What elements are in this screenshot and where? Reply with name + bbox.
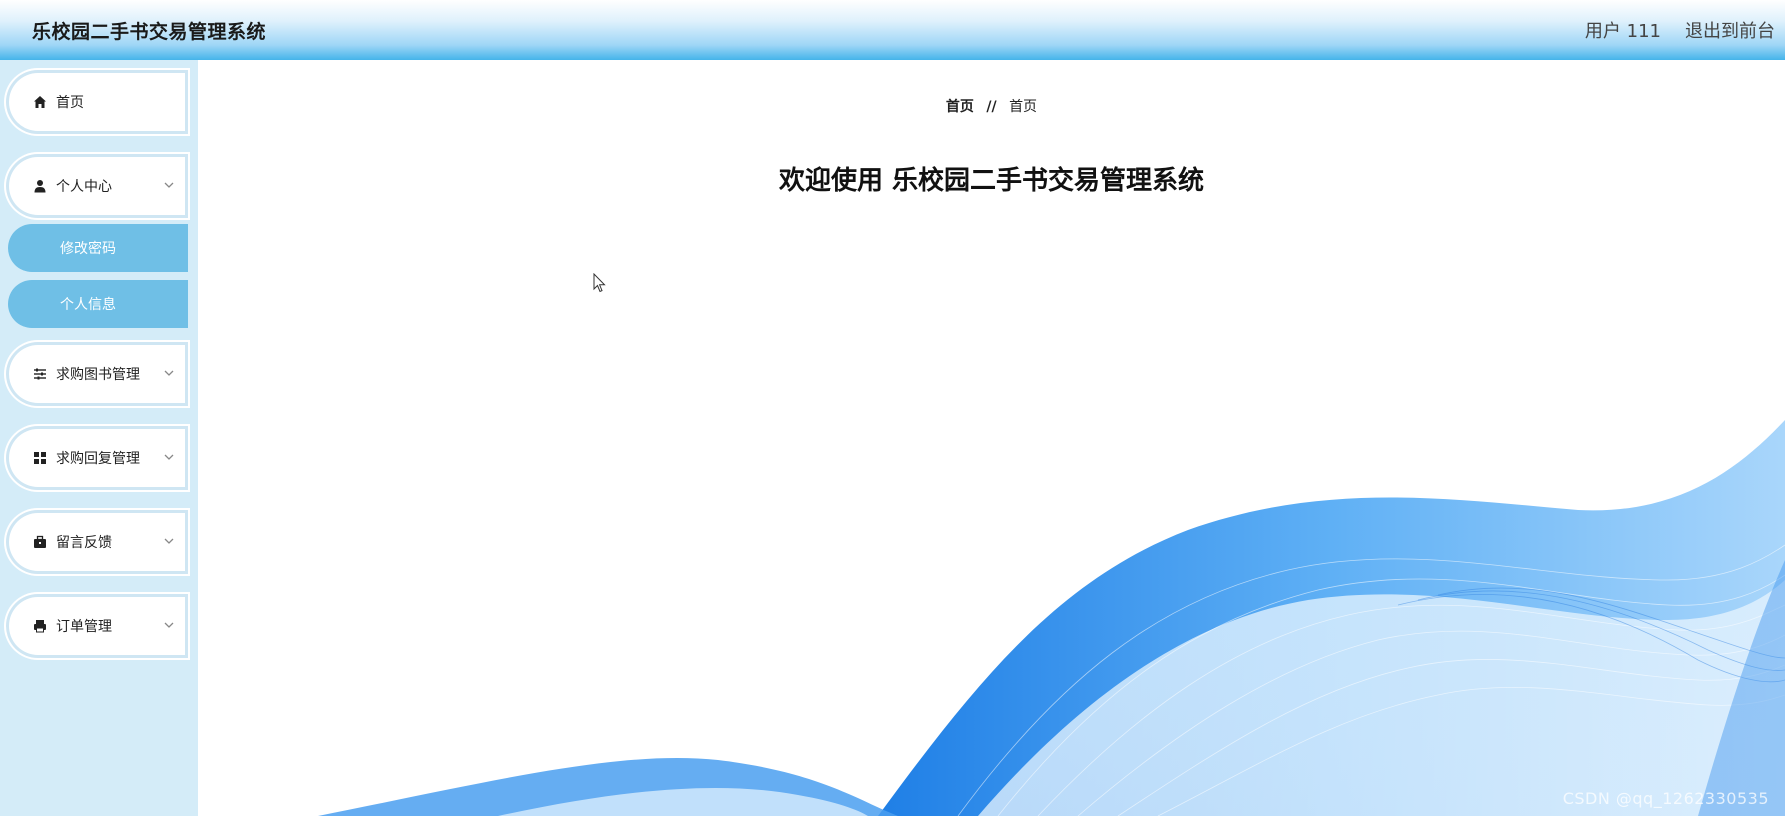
sidebar-item-label: 首页 (56, 95, 84, 111)
sliders-icon (32, 366, 48, 382)
submenu-item-change-password[interactable]: 修改密码 (8, 224, 188, 272)
sidebar-item-label: 留言反馈 (56, 535, 112, 551)
chevron-down-icon (164, 182, 174, 188)
sidebar-item-label: 求购回复管理 (56, 451, 140, 467)
watermark: CSDN @qq_1262330535 (1562, 789, 1769, 808)
home-icon (32, 94, 48, 110)
app-title: 乐校园二手书交易管理系统 (32, 20, 267, 43)
sidebar-item-home[interactable]: 首页 (6, 70, 188, 134)
sidebar-item-label: 订单管理 (56, 619, 112, 635)
breadcrumb: 首页 // 首页 (198, 96, 1785, 116)
sidebar-item-order-management[interactable]: 订单管理 (6, 594, 188, 658)
grid-icon (32, 450, 48, 466)
main-content: 首页 // 首页 欢迎使用 乐校园二手书交易管理系统 (198, 60, 1785, 816)
exit-to-frontend-link[interactable]: 退出到前台 (1685, 17, 1775, 43)
user-icon (32, 178, 48, 194)
briefcase-icon (32, 534, 48, 550)
sidebar-item-feedback[interactable]: 留言反馈 (6, 510, 188, 574)
sidebar-item-request-reply-management[interactable]: 求购回复管理 (6, 426, 188, 490)
header-actions: 用户 111 退出到前台 (1585, 17, 1785, 43)
mouse-cursor-icon (593, 273, 606, 293)
sidebar-item-label: 个人中心 (56, 179, 112, 195)
chevron-down-icon (164, 538, 174, 544)
printer-icon (32, 618, 48, 634)
personal-center-submenu: 修改密码 个人信息 (0, 224, 198, 328)
top-header: 乐校园二手书交易管理系统 用户 111 退出到前台 (0, 0, 1785, 60)
chevron-down-icon (164, 622, 174, 628)
current-user-label: 用户 111 (1584, 21, 1661, 42)
sidebar-item-label: 求购图书管理 (56, 367, 140, 383)
chevron-down-icon (164, 454, 174, 460)
breadcrumb-current: 首页 (1009, 99, 1038, 115)
sidebar: 首页 个人中心 修改密码 个人信息 求购图书管理 求购回复管理 留言反馈 订单管… (0, 60, 198, 816)
sidebar-item-personal-center[interactable]: 个人中心 (6, 154, 188, 218)
sidebar-item-book-request-management[interactable]: 求购图书管理 (6, 342, 188, 406)
submenu-item-personal-info[interactable]: 个人信息 (8, 280, 188, 328)
breadcrumb-separator: // (986, 99, 997, 115)
welcome-heading: 欢迎使用 乐校园二手书交易管理系统 (778, 166, 1205, 196)
chevron-down-icon (164, 370, 174, 376)
breadcrumb-home-link[interactable]: 首页 (946, 99, 974, 115)
